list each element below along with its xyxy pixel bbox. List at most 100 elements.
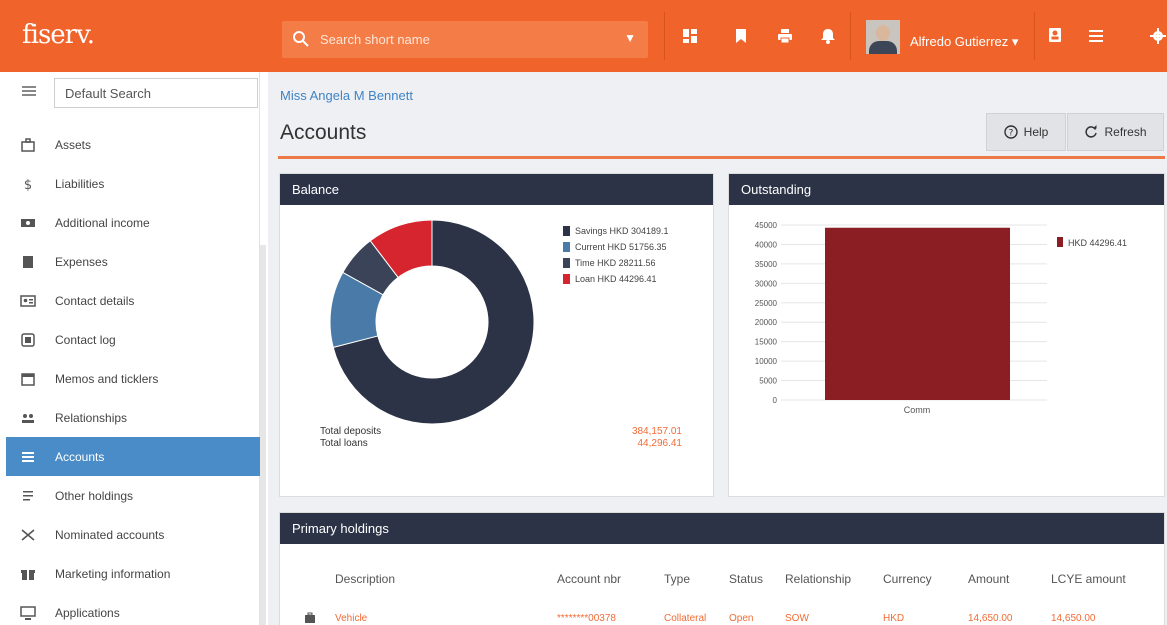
divider bbox=[1034, 12, 1035, 60]
print-icon[interactable] bbox=[777, 28, 793, 44]
bar-comm[interactable] bbox=[825, 227, 1010, 400]
x-category-label: Comm bbox=[904, 405, 931, 415]
divider bbox=[664, 12, 665, 60]
gear-icon[interactable] bbox=[1150, 28, 1166, 44]
search-input[interactable]: Search short name ▼ bbox=[282, 21, 648, 58]
sidebar-item-label: Relationships bbox=[55, 410, 128, 425]
bookmark-icon[interactable] bbox=[733, 28, 749, 44]
user-name[interactable]: Alfredo Gutierrez ▾ bbox=[910, 34, 1018, 50]
outstanding-bar-chart: 45000 40000 35000 30000 25000 20000 15000 10000… bbox=[755, 221, 1127, 415]
cash-icon bbox=[20, 215, 36, 231]
total-deposits-value: 384,157.01 bbox=[631, 426, 682, 437]
column-header-type[interactable]: Type bbox=[664, 572, 690, 586]
legend-item-current[interactable]: Current HKD 51756.35 bbox=[563, 242, 667, 252]
bell-icon[interactable] bbox=[820, 28, 836, 44]
legend-item-time[interactable]: Time HKD 28211.56 bbox=[563, 258, 656, 268]
primary-holdings-panel: Primary holdings Description Account nbr T… bbox=[279, 512, 1165, 625]
title-underline bbox=[278, 156, 1165, 159]
sidebar-scrollbar[interactable] bbox=[260, 245, 266, 625]
people-icon bbox=[20, 410, 36, 426]
y-tick-label: 20000 bbox=[755, 318, 778, 327]
svg-text:$: $ bbox=[24, 178, 32, 192]
page-title: Accounts bbox=[280, 121, 367, 144]
monitor-icon bbox=[20, 605, 36, 621]
legend-swatch bbox=[563, 258, 570, 268]
briefcase-icon bbox=[20, 137, 36, 153]
sidebar-item-assets[interactable]: Assets bbox=[6, 125, 260, 164]
legend-item-savings[interactable]: Savings HKD 304189.1 bbox=[563, 226, 669, 236]
sidebar-item-liabilities[interactable]: $ Liabilities bbox=[6, 164, 260, 203]
avatar[interactable] bbox=[866, 20, 900, 54]
breadcrumb[interactable]: Miss Angela M Bennett bbox=[280, 88, 413, 103]
legend-label: Current HKD 51756.35 bbox=[575, 242, 667, 252]
y-tick-label: 10000 bbox=[755, 357, 778, 366]
refresh-icon bbox=[1084, 125, 1098, 139]
search-dropdown-icon[interactable]: ▼ bbox=[624, 31, 636, 45]
column-header-relationship[interactable]: Relationship bbox=[785, 572, 851, 586]
sidebar: Default Search Assets $ Liabilities Additio… bbox=[0, 72, 260, 625]
balance-panel-header: Balance bbox=[280, 174, 713, 205]
legend-label: Loan HKD 44296.41 bbox=[575, 274, 657, 284]
table-cell: HKD bbox=[883, 613, 905, 624]
help-icon: ? bbox=[1003, 125, 1018, 139]
default-search-field[interactable]: Default Search bbox=[54, 78, 258, 108]
y-tick-label: 45000 bbox=[755, 221, 778, 230]
receipt-icon bbox=[20, 254, 36, 270]
column-header-account-nbr[interactable]: Account nbr bbox=[557, 572, 621, 586]
sidebar-item-expenses[interactable]: Expenses bbox=[6, 242, 260, 281]
refresh-label: Refresh bbox=[1104, 125, 1147, 139]
sidebar-item-label: Marketing information bbox=[55, 566, 171, 581]
gift-icon bbox=[20, 566, 36, 582]
legend-swatch bbox=[563, 226, 570, 236]
sidebar-item-nominated-accounts[interactable]: Nominated accounts bbox=[6, 515, 260, 554]
column-header-currency[interactable]: Currency bbox=[883, 572, 932, 586]
total-loans-value: 44,296.41 bbox=[637, 438, 683, 449]
help-button[interactable]: ? Help bbox=[986, 113, 1066, 151]
table-cell: 14,650.00 bbox=[968, 613, 1013, 624]
list-icon bbox=[20, 449, 36, 465]
sidebar-item-label: Additional income bbox=[55, 215, 150, 230]
divider bbox=[850, 12, 851, 60]
briefcase-icon bbox=[304, 611, 316, 623]
total-deposits-label: Total deposits bbox=[320, 426, 382, 437]
refresh-button[interactable]: Refresh bbox=[1067, 113, 1164, 151]
y-tick-label: 15000 bbox=[755, 338, 778, 347]
sidebar-item-other-holdings[interactable]: Other holdings bbox=[6, 476, 260, 515]
sidebar-item-relationships[interactable]: Relationships bbox=[6, 398, 260, 437]
legend-label: Savings HKD 304189.1 bbox=[575, 226, 669, 236]
contact-card-icon[interactable] bbox=[1047, 27, 1063, 43]
sidebar-item-contact-log[interactable]: Contact log bbox=[6, 320, 260, 359]
sidebar-item-label: Contact details bbox=[55, 293, 135, 308]
sidebar-item-marketing-information[interactable]: Marketing information bbox=[6, 554, 260, 593]
fiserv-logo[interactable]: fiserv. bbox=[22, 20, 95, 50]
legend-item-loan[interactable]: Loan HKD 44296.41 bbox=[563, 274, 657, 284]
table-cell: Open bbox=[729, 613, 754, 624]
sidebar-item-memos-and-ticklers[interactable]: Memos and ticklers bbox=[6, 359, 260, 398]
hamburger-menu-icon[interactable] bbox=[22, 86, 36, 96]
sidebar-item-additional-income[interactable]: Additional income bbox=[6, 203, 260, 242]
sidebar-item-label: Accounts bbox=[55, 449, 105, 464]
column-header-description[interactable]: Description bbox=[335, 572, 395, 586]
sidebar-item-label: Applications bbox=[55, 605, 120, 620]
legend-swatch bbox=[563, 274, 570, 284]
sidebar-item-applications[interactable]: Applications bbox=[6, 593, 260, 625]
column-header-status[interactable]: Status bbox=[729, 572, 763, 586]
sidebar-item-accounts[interactable]: Accounts bbox=[6, 437, 260, 476]
dashboard-icon[interactable] bbox=[682, 28, 698, 44]
arrows-icon bbox=[20, 527, 36, 543]
column-header-amount[interactable]: Amount bbox=[968, 572, 1009, 586]
primary-holdings-header: Primary holdings bbox=[280, 513, 1164, 544]
outstanding-panel: Outstanding 45000 40000 35000 30000 25000 200… bbox=[728, 173, 1165, 497]
y-tick-label: 0 bbox=[773, 396, 778, 405]
table-cell[interactable]: Vehicle bbox=[335, 613, 367, 624]
svg-text:?: ? bbox=[1008, 129, 1013, 139]
balance-donut-chart bbox=[329, 219, 535, 425]
sidebar-item-contact-details[interactable]: Contact details bbox=[6, 281, 260, 320]
search-icon bbox=[293, 31, 309, 47]
log-icon bbox=[20, 332, 36, 348]
sidebar-item-label: Memos and ticklers bbox=[55, 371, 159, 386]
column-header-lcye-amount[interactable]: LCYE amount bbox=[1051, 572, 1126, 586]
menu-list-icon[interactable] bbox=[1088, 28, 1104, 44]
legend-label[interactable]: HKD 44296.41 bbox=[1068, 238, 1127, 248]
lines-icon bbox=[20, 488, 36, 504]
